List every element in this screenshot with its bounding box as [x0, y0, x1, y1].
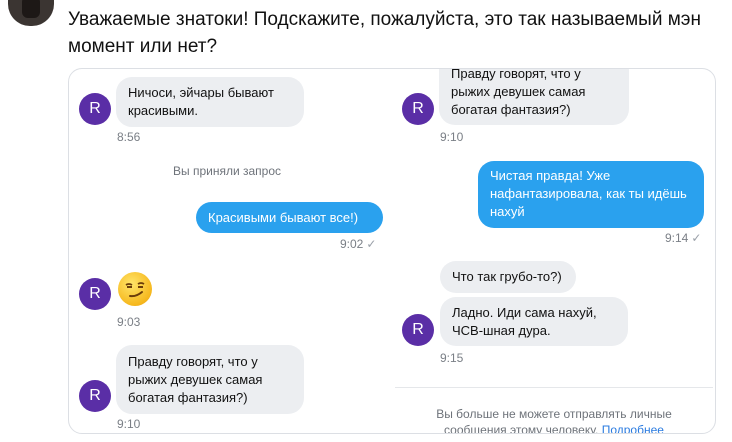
post-text: Уважаемые знатоки! Подскажите, пожалуйст…: [68, 9, 701, 57]
more-link[interactable]: Подробнее: [602, 423, 664, 433]
screenshot-card: R Ничоси, эйчары бывают красивыми. 8:56 …: [68, 68, 716, 434]
message-time: 9:02 ✓: [340, 237, 377, 251]
divider: [395, 387, 713, 388]
poster-avatar[interactable]: [8, 0, 54, 26]
avatar[interactable]: R: [402, 93, 434, 125]
message-time: 9:10: [440, 130, 464, 144]
message-bubble-incoming: Правду говорят, что у рыжих девушек сама…: [116, 345, 304, 414]
message-time: 8:56: [117, 130, 141, 144]
message-bubble-incoming: Ладно. Иди сама нахуй, ЧСВ-шная дура.: [440, 297, 628, 346]
message-bubble-outgoing: Красивыми бывают все!): [196, 202, 383, 233]
message-time: 9:03: [117, 315, 141, 329]
message-time: 9:15: [440, 351, 464, 365]
read-check-icon: ✓: [366, 237, 377, 251]
system-message: Вы приняли запрос: [173, 164, 282, 178]
message-time: 9:10: [117, 417, 141, 431]
smirk-emoji-icon: [118, 272, 152, 306]
avatar[interactable]: R: [79, 278, 111, 310]
message-bubble-incoming: Правду говорят, что у рыжих девушек сама…: [439, 69, 629, 125]
message-time: 9:14 ✓: [665, 231, 702, 245]
message-bubble-incoming: Ничоси, эйчары бывают красивыми.: [116, 77, 304, 127]
avatar[interactable]: R: [79, 93, 111, 125]
avatar[interactable]: R: [402, 314, 434, 346]
message-bubble-incoming: Что так грубо-то?): [440, 261, 576, 293]
avatar[interactable]: R: [79, 380, 111, 412]
read-check-icon: ✓: [691, 231, 702, 245]
message-bubble-outgoing: Чистая правда! Уже нафантазировала, как …: [478, 161, 704, 228]
blocked-notice: Вы больше не можете отправлять личные со…: [429, 406, 679, 433]
